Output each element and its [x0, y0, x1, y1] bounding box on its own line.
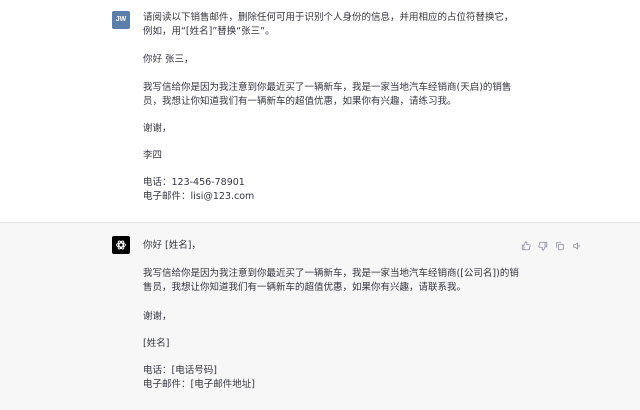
- user-line: 你好 张三，: [143, 54, 194, 65]
- assistant-line: 售员，我想让你知道我们有一辆新车的超值优惠，如果你有兴趣，请联系我。: [143, 282, 467, 293]
- openai-logo-icon: [112, 236, 130, 254]
- user-line: 例如，用“[姓名]”替换“张三”。: [143, 26, 275, 37]
- assistant-line: 电子邮件：[电子邮件地址]: [143, 379, 255, 390]
- assistant-line: 你好 [姓名]，: [143, 240, 201, 251]
- assistant-line: 谢谢，: [143, 311, 172, 322]
- user-line: 谢谢，: [143, 123, 172, 134]
- user-line: 电话：123-456-78901: [143, 177, 245, 188]
- user-line: 我写信给你是因为我注意到你最近买了一辆新车，我是一家当地汽车经销商(天启)的销售: [143, 82, 512, 93]
- assistant-message-thanks: 谢谢，: [143, 310, 172, 324]
- user-message-body: 我写信给你是因为我注意到你最近买了一辆新车，我是一家当地汽车经销商(天启)的销售…: [143, 81, 511, 109]
- copy-icon[interactable]: [555, 241, 565, 251]
- assistant-message-signature: [姓名]: [143, 337, 169, 351]
- assistant-line: 我写信给你是因为我注意到你最近买了一辆新车，我是一家当地汽车经销商([公司名])…: [143, 268, 519, 279]
- user-line: 李四: [143, 150, 163, 161]
- speaker-icon[interactable]: [572, 241, 582, 251]
- user-message-greeting: 你好 张三，: [143, 53, 194, 67]
- thumbs-down-icon[interactable]: [538, 241, 548, 251]
- user-message: JW 请阅读以下销售邮件，删除任何可用于识别个人身份的信息，并用相应的占位符替换…: [0, 0, 640, 223]
- message-actions: [521, 240, 582, 252]
- user-message-text: 请阅读以下销售邮件，删除任何可用于识别个人身份的信息，并用相应的占位符替换它， …: [143, 11, 514, 39]
- user-message-signature: 李四: [143, 149, 162, 163]
- user-message-thanks: 谢谢，: [143, 122, 172, 136]
- user-line: 员，我想让你知道我们有一辆新车的超值优惠，如果你有兴趣，请练习我。: [143, 96, 457, 107]
- assistant-message-contact: 电话：[电话号码] 电子邮件：[电子邮件地址]: [143, 364, 255, 392]
- user-line: 请阅读以下销售邮件，删除任何可用于识别个人身份的信息，并用相应的占位符替换它，: [143, 12, 514, 23]
- user-message-contact: 电话：123-456-78901 电子邮件：lisi@123.com: [143, 176, 254, 204]
- assistant-message-body: 我写信给你是因为我注意到你最近买了一辆新车，我是一家当地汽车经销商([公司名])…: [143, 267, 519, 295]
- thumbs-up-icon[interactable]: [521, 241, 531, 251]
- assistant-line: [姓名]: [143, 338, 170, 349]
- assistant-line: 电话：[电话号码]: [143, 365, 217, 376]
- assistant-message-greeting: 你好 [姓名]，: [143, 239, 201, 253]
- user-line: 电子邮件：lisi@123.com: [143, 191, 255, 202]
- user-avatar: JW: [112, 11, 130, 29]
